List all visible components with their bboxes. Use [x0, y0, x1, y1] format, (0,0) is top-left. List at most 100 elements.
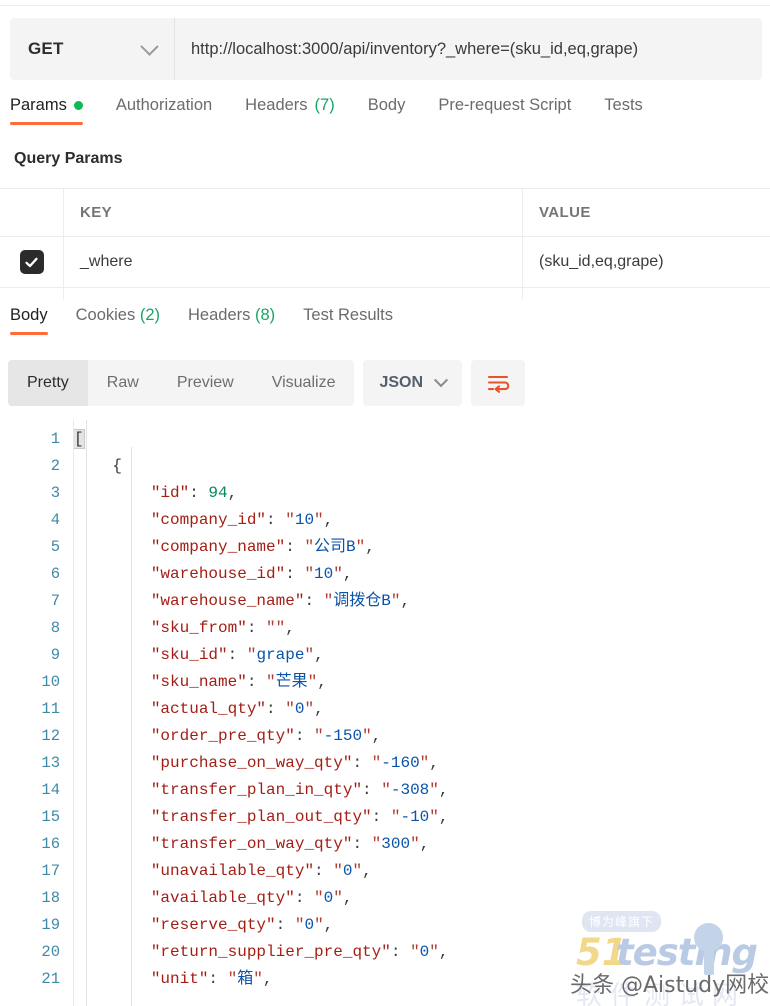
code-token: "warehouse_name"	[150, 592, 305, 610]
code-token: "sku_from"	[150, 619, 247, 637]
code-token: "	[285, 511, 295, 529]
tab-body-label: Body	[367, 96, 406, 114]
view-mode-raw[interactable]: Raw	[88, 360, 158, 406]
code-line: "transfer_on_way_qty": "300",	[74, 831, 770, 858]
tab-tests-label: Tests	[604, 96, 643, 114]
code-token: [	[74, 429, 85, 449]
tab-headers-label: Headers	[245, 96, 308, 114]
code-line: "sku_name": "芒果",	[74, 669, 770, 696]
empty-value-cell[interactable]	[523, 288, 770, 300]
code-token: ,	[371, 727, 382, 745]
postman-request-response-view: GET http://localhost:3000/api/inventory?…	[0, 0, 770, 1006]
code-token: ,	[438, 943, 449, 961]
view-mode-segmented-control: Pretty Raw Preview Visualize	[8, 360, 355, 406]
tab-body[interactable]: Body	[368, 96, 406, 125]
code-token: "	[307, 673, 318, 691]
code-token: -10	[400, 808, 430, 826]
code-token: :	[285, 565, 305, 583]
code-line: "actual_qty": "0",	[74, 696, 770, 723]
code-token: :	[285, 538, 305, 556]
view-mode-visualize-label: Visualize	[271, 374, 336, 391]
code-token: :	[390, 943, 411, 961]
line-number: 15	[41, 808, 60, 826]
tab-pre-request-script[interactable]: Pre-request Script	[438, 96, 571, 125]
view-mode-visualize[interactable]: Visualize	[253, 360, 355, 406]
row-key-cell[interactable]: _where	[64, 237, 523, 287]
code-token: -150	[323, 727, 363, 745]
line-number: 21	[41, 970, 60, 988]
response-tab-headers-label: Headers	[188, 306, 251, 324]
row-check-cell	[0, 237, 64, 287]
code-line: "purchase_on_way_qty": "-160",	[74, 750, 770, 777]
code-token: :	[266, 511, 286, 529]
line-number: 14	[41, 781, 60, 799]
word-wrap-button[interactable]	[471, 360, 526, 406]
url-text: http://localhost:3000/api/inventory?_whe…	[191, 39, 639, 58]
code-token: "order_pre_qty"	[150, 727, 295, 745]
param-enabled-checkbox[interactable]	[19, 250, 44, 274]
tab-headers[interactable]: Headers (7)	[245, 96, 335, 125]
code-line: "sku_id": "grape",	[74, 642, 770, 669]
code-token: "transfer_plan_in_qty"	[150, 781, 363, 799]
view-mode-pretty[interactable]: Pretty	[8, 360, 88, 406]
code-token: "	[227, 970, 238, 988]
code-token: :	[189, 484, 209, 502]
code-token: "	[304, 565, 315, 583]
tab-authorization[interactable]: Authorization	[116, 96, 212, 125]
http-method-dropdown[interactable]: GET	[10, 18, 175, 80]
response-tab-body[interactable]: Body	[10, 306, 48, 335]
code-token: :	[294, 727, 315, 745]
code-token: :	[208, 970, 228, 988]
table-header-row: KEY VALUE	[0, 189, 770, 237]
code-token: ,	[429, 754, 439, 772]
response-format-dropdown[interactable]: JSON	[363, 360, 463, 406]
response-format-label: JSON	[379, 374, 424, 391]
code-token: "company_name"	[150, 538, 286, 556]
code-lines-column[interactable]: [ { "id": 94, "company_id": "10", "compa…	[74, 420, 770, 1006]
http-method-label: GET	[28, 39, 64, 58]
view-mode-preview[interactable]: Preview	[158, 360, 253, 406]
code-line: "available_qty": "0",	[74, 885, 770, 912]
tab-tests[interactable]: Tests	[604, 96, 643, 125]
empty-key-cell[interactable]	[64, 288, 523, 300]
code-token: "	[304, 538, 315, 556]
code-token: ,	[317, 673, 327, 691]
row-value-cell[interactable]: (sku_id,eq,grape)	[523, 237, 770, 287]
code-line: "return_supplier_pre_qty": "0",	[74, 939, 770, 966]
table-empty-row[interactable]	[0, 288, 770, 300]
response-tab-cookies[interactable]: Cookies (2)	[76, 306, 160, 335]
code-token: ,	[323, 916, 334, 934]
response-tab-headers[interactable]: Headers (8)	[188, 306, 275, 335]
code-token: :	[275, 916, 295, 934]
response-body-code-viewer[interactable]: 1 2 3 4 5 6 7 8 9 10 11 12 13 14 15 16 17 18 19 20 21 [ { "i…	[0, 420, 770, 1006]
column-header-value: VALUE	[539, 204, 591, 221]
url-input[interactable]: http://localhost:3000/api/inventory?_whe…	[175, 18, 762, 80]
code-line: "warehouse_name": "调拨仓B",	[74, 588, 770, 615]
line-number: 4	[50, 511, 60, 529]
header-cell-key: KEY	[64, 189, 523, 236]
code-token: "	[253, 970, 263, 988]
tab-params[interactable]: Params	[10, 96, 83, 125]
response-tabs: Body Cookies (2) Headers (8) Test Result…	[10, 306, 762, 346]
code-token: "id"	[150, 484, 190, 502]
code-token: ,	[227, 484, 238, 502]
line-number: 17	[41, 862, 60, 880]
response-tab-test-results[interactable]: Test Results	[303, 306, 393, 335]
code-line: "id": 94,	[74, 480, 770, 507]
code-token: ,	[285, 619, 295, 637]
response-body-toolbar: Pretty Raw Preview Visualize JSON	[8, 360, 526, 406]
code-token: 10	[294, 511, 315, 529]
line-number: 16	[41, 835, 60, 853]
code-token: "	[381, 781, 391, 799]
response-tab-test-results-label: Test Results	[303, 306, 394, 324]
word-wrap-icon	[487, 375, 510, 393]
line-number: 8	[50, 619, 60, 637]
code-token: 调拨仓B	[333, 592, 391, 610]
code-line: "company_name": "公司B",	[74, 534, 770, 561]
line-number: 13	[41, 754, 60, 772]
